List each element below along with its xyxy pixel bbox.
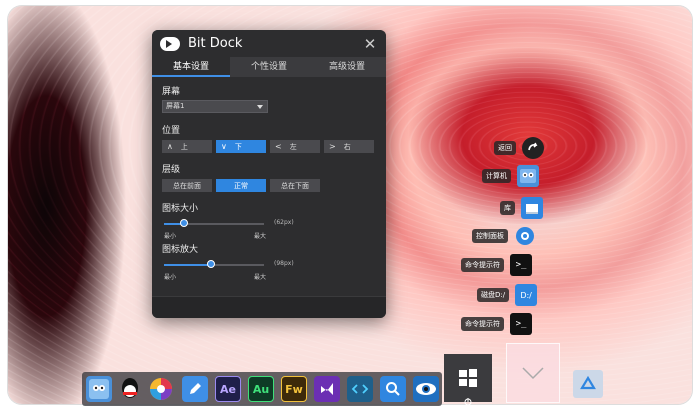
icon-zoom-slider[interactable]: (98px) 最小 最大 [162,259,376,281]
folder-stack-button[interactable] [506,343,560,403]
window-footer [152,296,386,318]
icon-zoom-fill [164,264,211,266]
side-menu-label: 命令提示符 [461,258,504,272]
finder-icon[interactable] [86,376,112,402]
qq-icon[interactable] [117,376,143,402]
position-bottom-button[interactable]: ∨ 下 [216,140,266,153]
side-menu-disk-d[interactable]: 磁盘D:/ D:/ [477,284,538,306]
layer-front-button[interactable]: 总在前面 [162,179,212,192]
close-icon[interactable]: ✕ [362,36,378,52]
position-left-label: 左 [289,142,297,151]
up-arrow-icon: ∧ [167,142,173,151]
position-top-button[interactable]: ∧ 上 [162,140,212,153]
icon-zoom-max: 最大 [254,274,267,281]
side-menu-label: 返回 [494,141,516,155]
visual-studio-icon[interactable] [314,376,340,402]
side-menu-label: 库 [500,201,515,215]
fireworks-icon[interactable]: Fw [281,376,307,402]
terminal-icon: >_ [510,313,532,335]
icon-zoom-thumb[interactable] [207,260,215,268]
library-icon [521,197,543,219]
side-menu-control-panel[interactable]: 控制面板 [472,225,536,247]
after-effects-icon[interactable]: Ae [215,376,241,402]
bitdock-logo-icon [160,36,180,51]
tab-personal[interactable]: 个性设置 [230,57,308,77]
icon-zoom-value: (98px) [274,260,294,267]
chevron-down-icon [522,367,544,380]
icon-zoom-label: 图标放大 [162,245,199,255]
side-menu-back[interactable]: 返回 [494,137,544,159]
position-right-label: 右 [343,142,351,151]
audition-icon[interactable]: Au [248,376,274,402]
side-menu-label: 控制面板 [472,229,508,243]
color-wheel-icon[interactable] [148,376,174,402]
position-label: 位置 [162,126,181,136]
icon-size-label: 图标大小 [162,204,199,214]
settings-tabs: 基本设置 个性设置 高级设置 [152,57,386,77]
side-menu-cmd-1[interactable]: 命令提示符 >_ [461,254,532,276]
down-arrow-icon: ∨ [221,142,227,151]
control-panel-icon [514,225,536,247]
icon-size-value: (62px) [274,219,294,226]
left-arrow-icon: < [275,142,282,151]
icon-zoom-min: 最小 [164,274,177,281]
pen-icon[interactable] [182,376,208,402]
layer-normal-button[interactable]: 正常 [216,179,266,192]
search-app-icon[interactable] [380,376,406,402]
layer-buttons: 总在前面 正常 总在下面 [162,179,376,192]
disk-icon: D:/ [515,284,538,306]
windows-logo-icon [459,369,477,387]
tab-advanced[interactable]: 高级设置 [308,57,386,77]
code-icon[interactable] [347,376,373,402]
side-menu-label: 磁盘D:/ [477,288,510,302]
recycle-bin-icon[interactable] [568,366,608,402]
layer-label: 层级 [162,165,181,175]
back-arrow-icon [522,137,544,159]
side-menu-library[interactable]: 库 [500,197,543,219]
position-bottom-label: 下 [234,142,242,151]
side-menu-computer[interactable]: 计算机 [482,165,539,187]
power-icon[interactable] [444,392,492,406]
icon-size-thumb[interactable] [180,219,188,227]
icon-size-min: 最小 [164,233,177,240]
icon-size-max: 最大 [254,233,267,240]
tab-basic[interactable]: 基本设置 [152,57,230,77]
screen-select[interactable]: 屏幕1 [162,100,268,113]
screen-label: 屏幕 [162,87,181,97]
settings-window: Bit Dock ✕ 基本设置 个性设置 高级设置 屏幕 屏幕1 位置 ∧ 上 ∨… [152,30,386,318]
terminal-icon: >_ [510,254,532,276]
side-menu-cmd-2[interactable]: 命令提示符 >_ [461,313,532,335]
right-arrow-icon: > [329,142,336,151]
position-buttons: ∧ 上 ∨ 下 < 左 > 右 [162,140,376,153]
position-right-button[interactable]: > 右 [324,140,374,153]
window-titlebar[interactable]: Bit Dock ✕ [152,30,386,57]
position-top-label: 上 [180,142,188,151]
layer-back-button[interactable]: 总在下面 [270,179,320,192]
computer-icon [517,165,539,187]
side-menu-label: 命令提示符 [461,317,504,331]
position-left-button[interactable]: < 左 [270,140,320,153]
window-title: Bit Dock [188,36,243,51]
icon-size-slider[interactable]: (62px) 最小 最大 [162,218,376,240]
settings-content: 屏幕 屏幕1 位置 ∧ 上 ∨ 下 < 左 > 右 层级 总在前面 正常 总在下面 图标… [152,77,386,285]
eye-icon[interactable] [413,376,439,402]
side-menu-label: 计算机 [482,169,511,183]
